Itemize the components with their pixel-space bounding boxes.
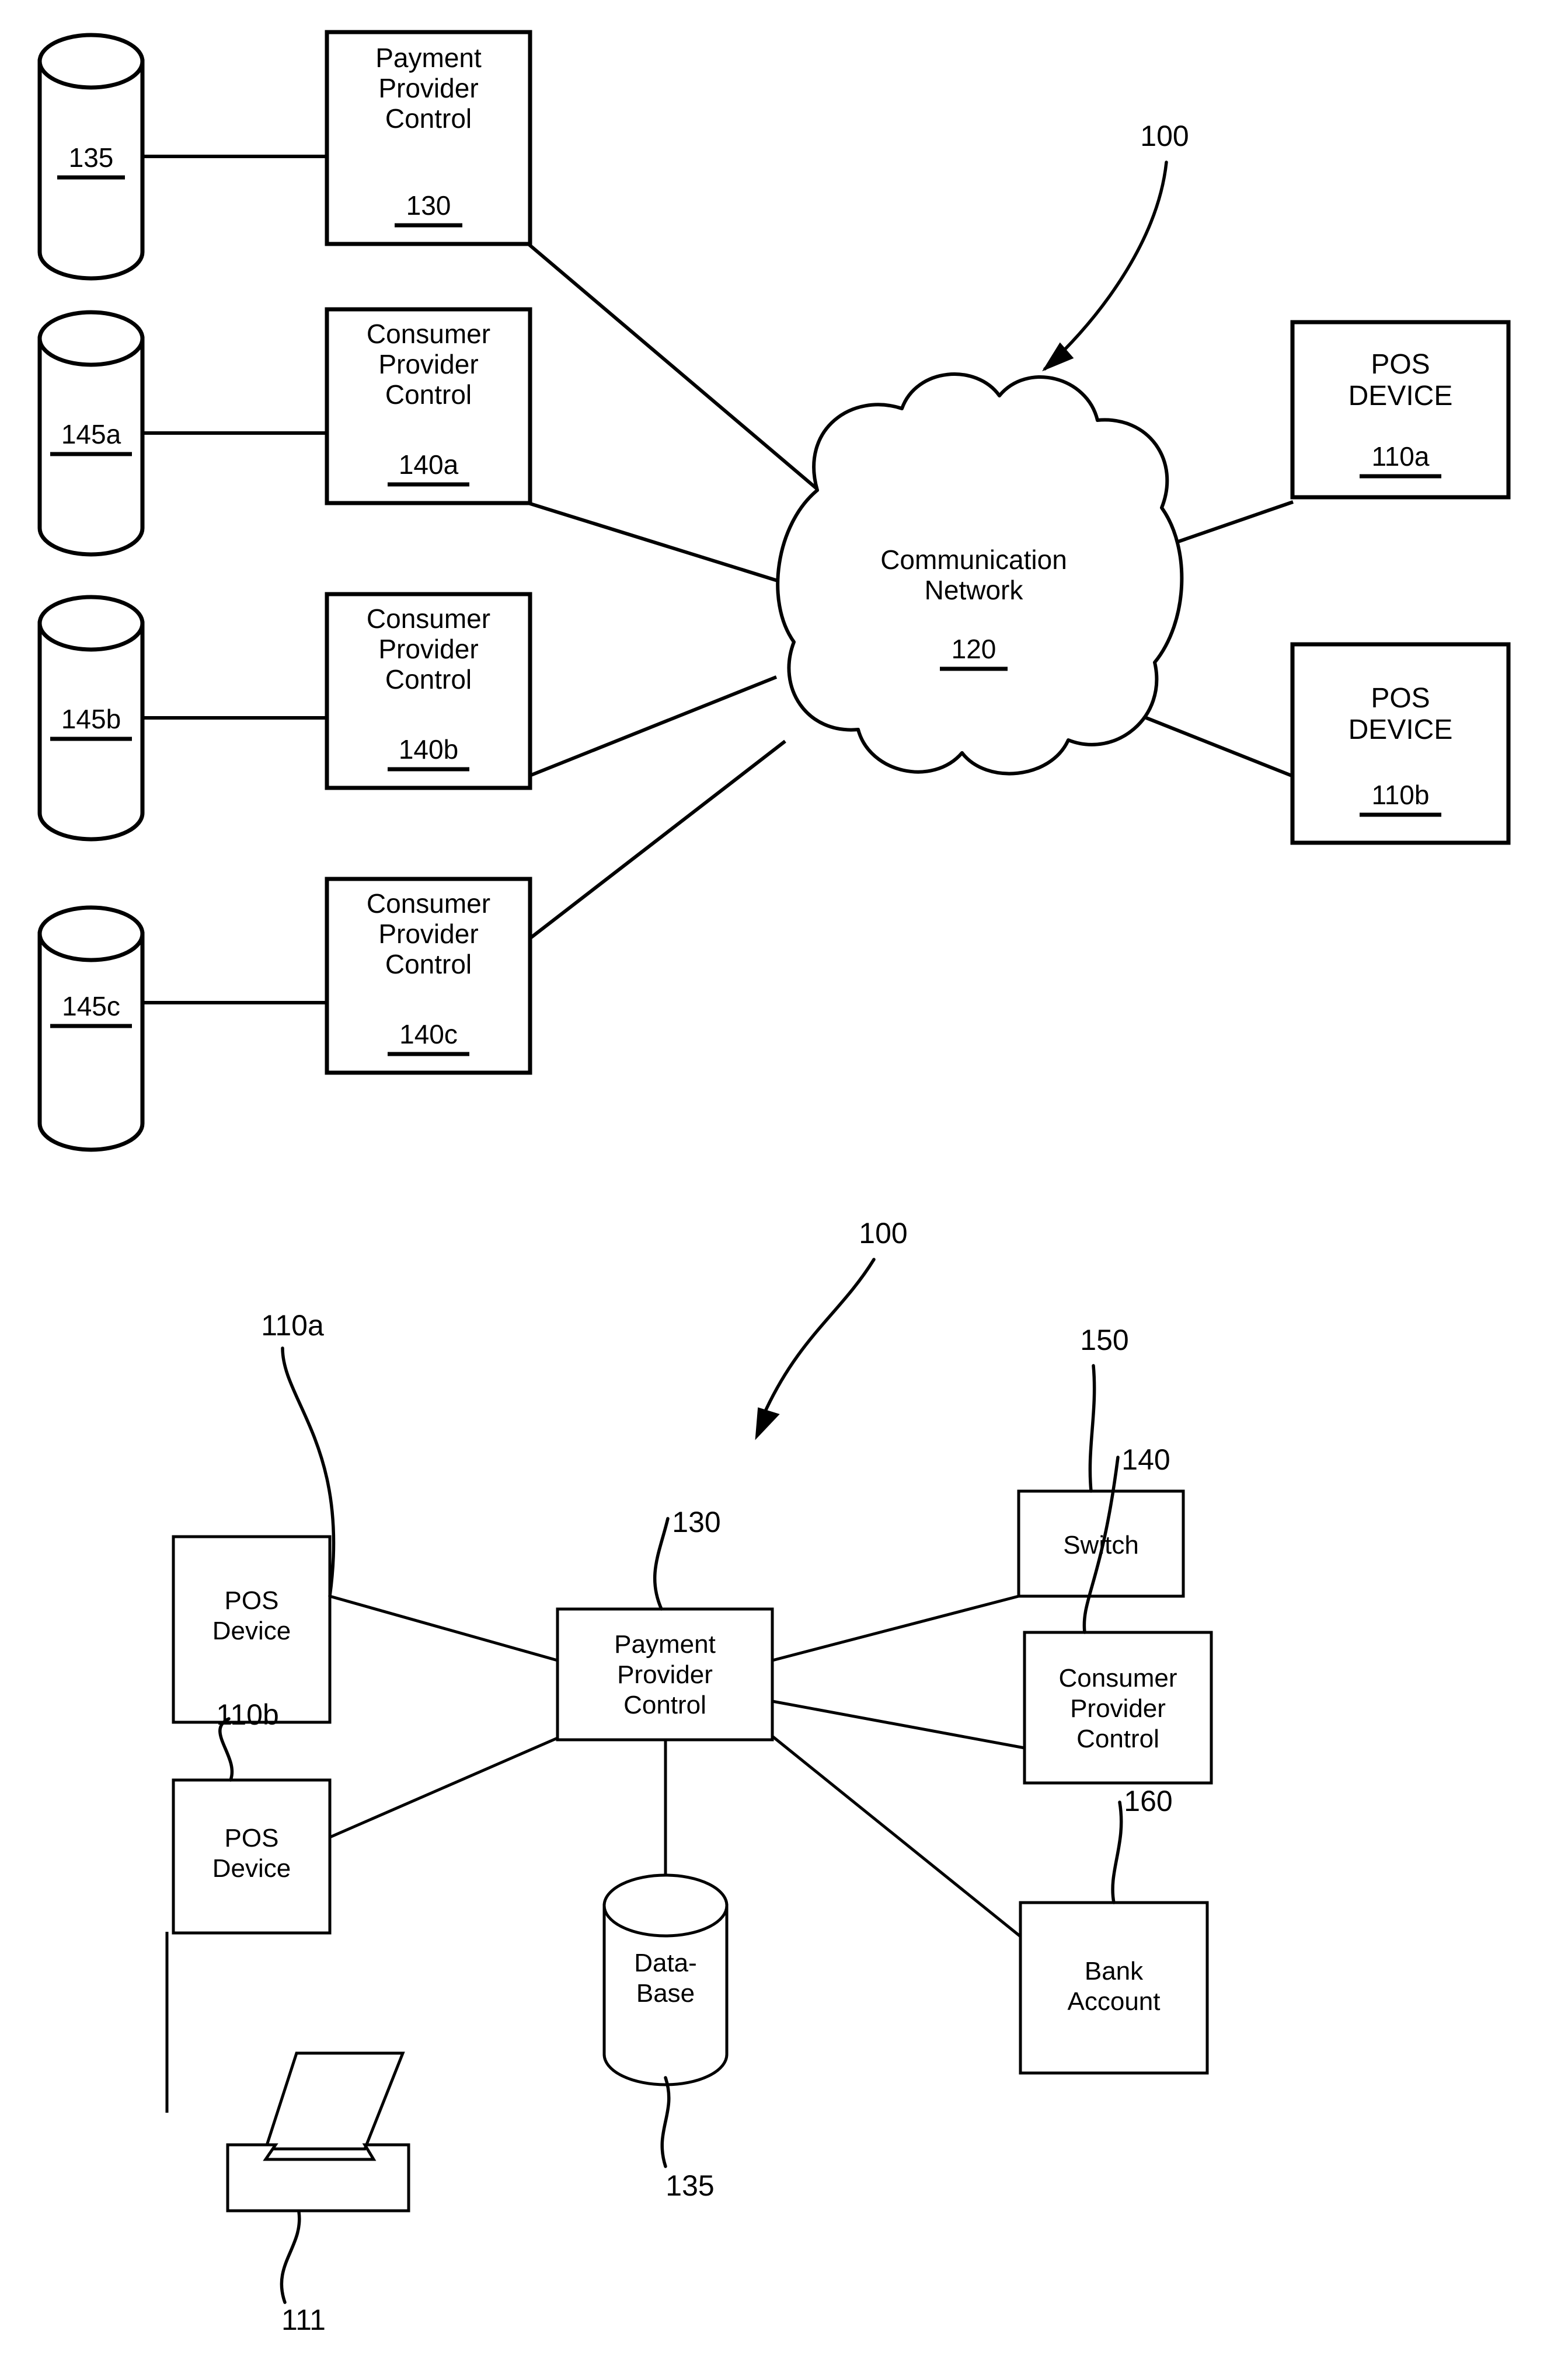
cpc140c-ref: 140c (399, 1019, 458, 1049)
pos-device-110a-bottom: POS Device (172, 1535, 332, 1724)
ref-110b-bottom-label: 110b (216, 1698, 279, 1731)
ref-130-bottom-label: 130 (672, 1506, 720, 1538)
network-label-line1: Communication (880, 545, 1067, 575)
pos110a-bottom-line2: Device (212, 1617, 291, 1645)
cpc140-bottom-line2: Provider (1070, 1694, 1166, 1723)
cpc140-bottom-line3: Control (1076, 1725, 1159, 1753)
ref-160-label: 160 (1124, 1785, 1172, 1817)
pos110a-ref: 110a (1372, 441, 1430, 472)
cpc140-bottom-line1: Consumer (1059, 1664, 1177, 1692)
pos110b-line1: POS (1371, 683, 1430, 714)
ppc130-bottom-line2: Provider (617, 1660, 713, 1689)
cpc140b-line2: Provider (378, 634, 478, 664)
pos-device-110b: POS DEVICE 110b (1290, 642, 1511, 845)
pos110b-line2: DEVICE (1349, 714, 1453, 745)
payment-provider-control-130: Payment Provider Control 130 (325, 30, 532, 246)
cpc140c-line3: Control (385, 949, 472, 979)
cpc140b-line1: Consumer (367, 603, 490, 634)
pos110b-bottom-line2: Device (212, 1854, 291, 1883)
pos110b-ref: 110b (1372, 780, 1430, 810)
ref-110a-bottom-label: 110a (261, 1309, 324, 1342)
ppc130-line1: Payment (375, 43, 482, 73)
system-ref-100-top-label: 100 (1140, 120, 1189, 152)
database-145b-ref: 145b (61, 704, 121, 734)
database-bottom-line1: Data- (634, 1949, 697, 1977)
network-label-line2: Network (925, 575, 1024, 605)
pos110a-bottom-line1: POS (225, 1586, 279, 1615)
bank-line2: Account (1068, 1987, 1161, 2016)
database-145c: 145c (37, 905, 145, 1152)
ref-135-bottom-label: 135 (665, 2169, 714, 2202)
database-145c-ref: 145c (62, 991, 120, 1021)
consumer-provider-control-140b: Consumer Provider Control 140b (325, 592, 532, 790)
cpc140a-line1: Consumer (367, 319, 490, 349)
pos110a-line2: DEVICE (1349, 381, 1453, 411)
database-135-ref: 135 (69, 142, 114, 173)
cpc140a-line3: Control (385, 379, 472, 410)
cpc140b-line3: Control (385, 664, 472, 695)
consumer-provider-control-140-bottom: Consumer Provider Control (1023, 1631, 1213, 1785)
ppc130-ref: 130 (406, 190, 451, 221)
ppc130-line3: Control (385, 103, 472, 134)
system-ref-100-bottom-label: 100 (859, 1217, 907, 1250)
pos-device-110b-bottom: POS Device (172, 1778, 332, 1935)
ref-140-bottom-label: 140 (1121, 1443, 1170, 1476)
cpc140c-line1: Consumer (367, 888, 490, 919)
database-145a: 145a (37, 310, 145, 557)
pos-device-110a: POS DEVICE 110a (1290, 320, 1511, 500)
communication-network-cloud-120: Communication Network 120 (776, 372, 1184, 776)
consumer-provider-control-140c: Consumer Provider Control 140c (325, 877, 532, 1075)
database-bottom-line2: Base (636, 1979, 695, 2008)
patent-figure-sheet: 135 Payment Provider Control 130 145a Co… (0, 0, 1568, 2380)
ppc130-bottom-line1: Payment (614, 1630, 716, 1659)
cpc140c-line2: Provider (378, 919, 478, 949)
ppc130-bottom-line3: Control (623, 1691, 706, 1719)
switch-150: Switch (1017, 1489, 1185, 1598)
pos110a-line1: POS (1371, 349, 1430, 380)
database-145b: 145b (37, 595, 145, 842)
bank-account-160: Bank Account (1019, 1901, 1209, 2075)
cpc140b-ref: 140b (399, 734, 458, 765)
payment-provider-control-130-bottom: Payment Provider Control (556, 1607, 774, 1742)
pos110b-bottom-line1: POS (225, 1824, 279, 1852)
ref-111-label: 111 (281, 2304, 326, 2336)
cpc140a-line2: Provider (378, 349, 478, 379)
ppc130-line2: Provider (378, 73, 478, 103)
bank-line1: Bank (1085, 1957, 1144, 1985)
database-145a-ref: 145a (61, 419, 121, 449)
consumer-provider-control-140a: Consumer Provider Control 140a (325, 307, 532, 505)
network-ref-120: 120 (952, 634, 996, 664)
cpc140a-ref: 140a (399, 449, 459, 480)
ref-150-label: 150 (1080, 1324, 1128, 1356)
database-135: 135 (37, 33, 145, 281)
